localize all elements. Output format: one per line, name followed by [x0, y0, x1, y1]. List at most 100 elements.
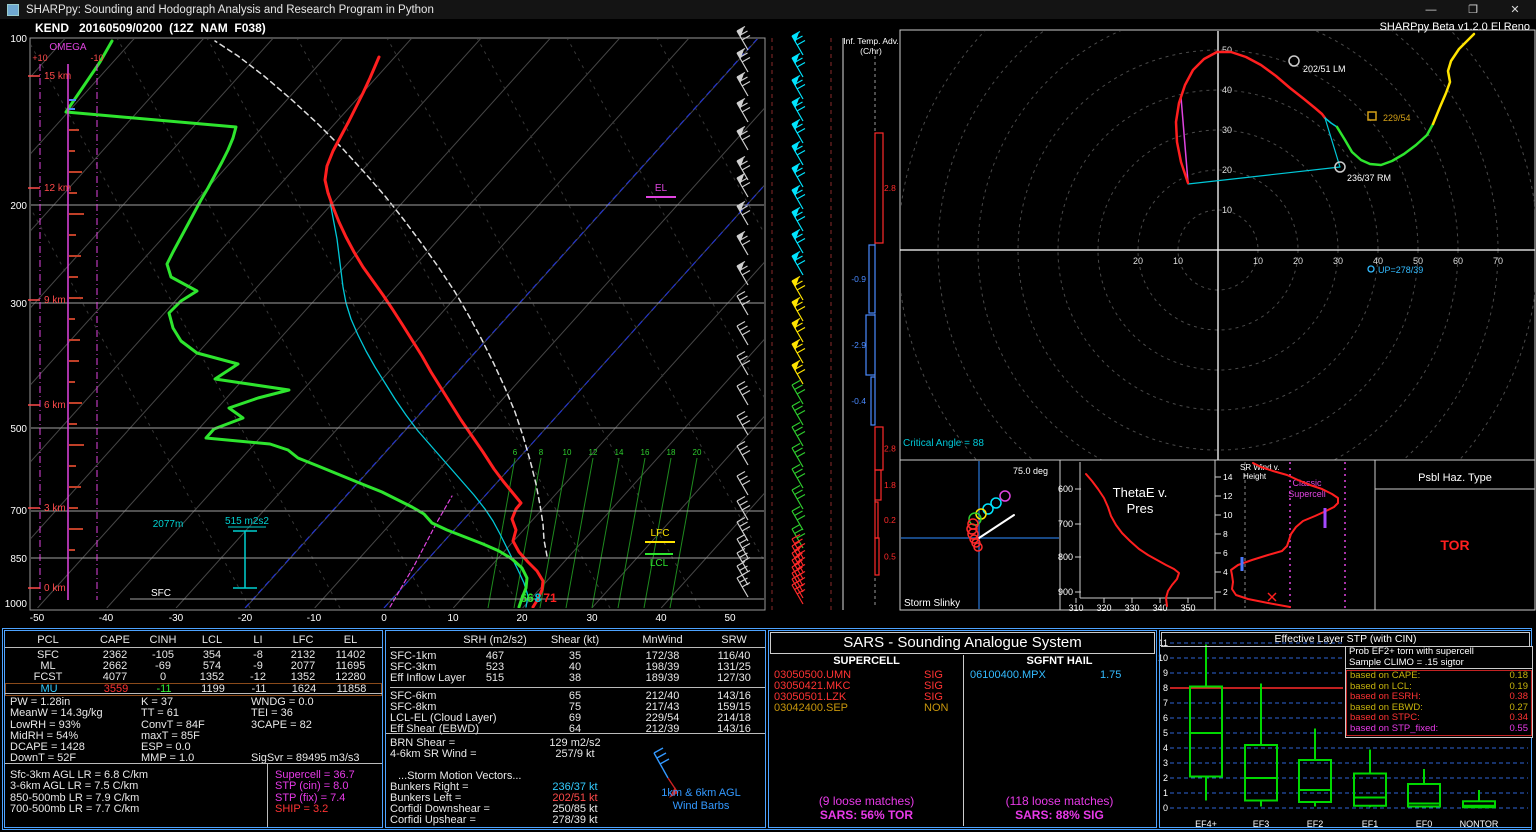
dry-adiabat — [116, 39, 431, 608]
parcel-header-cell: LFC — [292, 634, 314, 646]
mixing-ratio-line — [487, 457, 516, 608]
wind-barb — [791, 338, 806, 364]
slinky-ring — [967, 528, 979, 540]
parcel-el: 12280 — [335, 671, 366, 683]
parcel-header-cell: PCL — [37, 634, 59, 646]
tempadv-bar — [874, 132, 884, 244]
wind-barb — [791, 573, 806, 599]
srwind-y-label: 12 — [1223, 491, 1233, 501]
hazard-value: TOR — [1440, 537, 1469, 553]
isotherm — [660, 493, 764, 608]
kinematics-header-cell: Shear (kt) — [550, 634, 600, 646]
sars-hail-row[interactable]: 06100400.MPX 1.75 — [964, 670, 1155, 681]
brn-value: 257/9 kt — [555, 748, 595, 760]
mixing-ratio-line — [591, 457, 620, 608]
thetae-x-label: 340 — [1152, 603, 1167, 613]
tempadv-bar — [874, 537, 880, 576]
stp-title: Effective Layer STP (with CIN) — [1161, 632, 1530, 647]
wind-barb — [791, 400, 806, 426]
mixing-ratio-label: 20 — [693, 448, 702, 457]
wind-barb — [791, 74, 806, 100]
barb-pennant — [792, 120, 799, 130]
slinky-ring — [971, 538, 981, 548]
tempadv-value: -2.9 — [851, 340, 866, 350]
isotherm — [591, 416, 764, 608]
hodo-magenta-segment — [1180, 96, 1189, 183]
storm-motion-marker[interactable] — [1334, 161, 1346, 173]
mixing-ratio-label: 18 — [667, 448, 676, 457]
wind-barb — [791, 52, 806, 78]
wind-barb — [736, 200, 751, 226]
barb-pennant — [792, 186, 799, 196]
parcel-row-SFC: SFC 2362 -105 354 -8 2132 11402 — [5, 650, 382, 661]
sars-match-tag: NON — [924, 702, 949, 714]
prob-label: based on STP_fixed: — [1350, 722, 1439, 734]
tempadv-title: Inf. Temp. Adv. — [843, 36, 898, 46]
sars-match-row[interactable]: 03042400.SEP NON — [770, 703, 963, 714]
prob-row: based on CAPE: 0.18 — [1347, 670, 1531, 682]
critical-angle-lines — [1187, 117, 1341, 185]
slinky-ring — [973, 542, 983, 552]
sars-supercell-loose: (9 loose matches) — [818, 794, 915, 808]
parcel-header-cell: EL — [343, 634, 358, 646]
wind-barb — [736, 350, 751, 376]
slinky-ring — [999, 490, 1011, 502]
kinematics-header: SRH (m2/s2) Shear (kt) MnWind SRW — [390, 633, 765, 648]
hodo-0-3km-trace — [1174, 50, 1327, 185]
wind-barb — [791, 359, 806, 385]
slinky-ring — [975, 508, 987, 520]
hodo-ring-label: 10 — [1222, 205, 1232, 215]
isotherm — [31, 39, 412, 462]
maximize-button[interactable]: ❐ — [1452, 3, 1494, 16]
barb-pennant — [737, 127, 744, 137]
lapse-section: Sfc-3km AGL LR = 6.8 C/km 3-6km AGL LR = … — [5, 763, 382, 827]
hodograph-traces — [1174, 32, 1476, 185]
hodo-ring-label: 50 — [1413, 256, 1423, 266]
temp-axis-label: -30 — [169, 613, 184, 624]
tempadv-bar — [865, 314, 876, 376]
barb-pennant — [792, 98, 799, 108]
window-titlebar: SHARPpy: Sounding and Hodograph Analysis… — [0, 0, 1536, 19]
sars-panel: SARS - Sounding Analogue System SUPERCEL… — [768, 630, 1157, 828]
slinky-ring — [968, 512, 982, 526]
wind-barb — [736, 380, 751, 406]
sars-supercell-matches: 03050500.UMN SIG 03050421.MKC SIG 03050501.L… — [770, 670, 963, 714]
close-button[interactable]: ✕ — [1494, 3, 1536, 16]
kinematics-table: SRH (m2/s2) Shear (kt) MnWind SRW SFC-1km 467… — [386, 631, 765, 735]
wind-barb — [791, 533, 806, 559]
isotherm — [31, 39, 343, 385]
el-label: EL — [655, 183, 668, 194]
wind-barb — [791, 484, 806, 510]
barb-pennant — [737, 99, 744, 109]
kin-mnwind: 189/39 — [645, 672, 680, 684]
sfc-temp-value: 71 — [543, 591, 557, 605]
barb-pennant — [792, 208, 799, 218]
app-icon — [7, 3, 19, 16]
composite-index: STP (cin) = 8.0 — [275, 780, 349, 793]
thetae-x-label: 350 — [1180, 603, 1195, 613]
prob-rows: based on CAPE: 0.18 based on LCL: 0.19 based… — [1346, 670, 1532, 736]
mixing-ratio-line — [539, 457, 568, 608]
hodograph-ring — [1017, 49, 1419, 451]
wind-barb — [736, 572, 751, 598]
pressure-axis-label: 700 — [10, 506, 27, 517]
hodo-link — [1324, 117, 1338, 128]
pressure-axis-label: 200 — [10, 201, 27, 212]
sars-hail-header: SGFNT HAIL — [1026, 655, 1093, 667]
srwind-cross — [1267, 592, 1277, 602]
pressure-axis-label: 1000 — [5, 599, 28, 610]
tempadv-value: 0.5 — [884, 552, 896, 562]
kinematics-header-cell: MnWind — [642, 634, 683, 646]
wind-barb — [736, 155, 751, 181]
slinky-deg-label: 75.0 deg — [1013, 466, 1048, 476]
barb-caption: 1km & 6km AGL Wind Barbs — [636, 787, 766, 813]
hodograph-ring — [901, 31, 1535, 460]
thermo-value: TT = 61 — [141, 707, 180, 720]
temp-axis-label: 0 — [381, 613, 387, 624]
barb-pennant — [792, 54, 799, 64]
kin-srw: 127/30 — [717, 672, 751, 684]
thermo-value: 3CAPE = 82 — [251, 718, 312, 731]
minimize-button[interactable]: — — [1410, 4, 1452, 16]
lapse-rates: Sfc-3km AGL LR = 6.8 C/km 3-6km AGL LR = … — [10, 769, 148, 815]
storm-motion-marker[interactable] — [1288, 55, 1300, 67]
